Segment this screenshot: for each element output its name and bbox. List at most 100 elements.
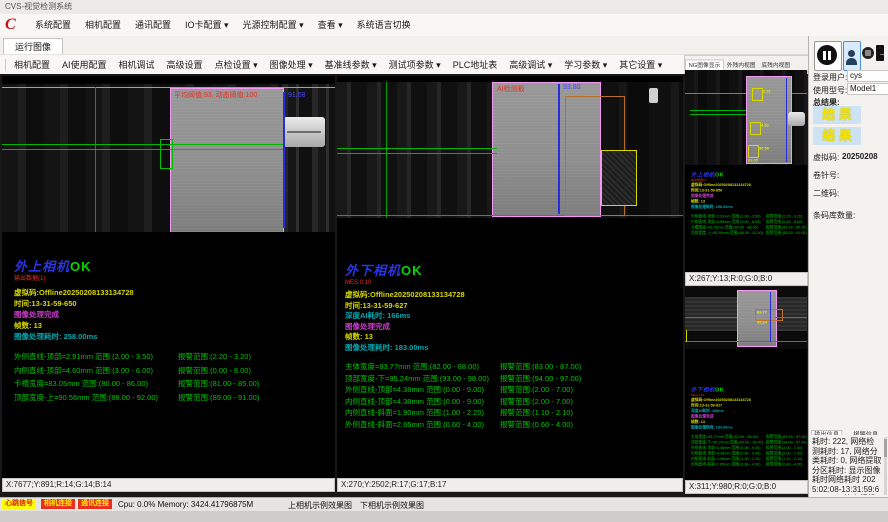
connector-part <box>788 112 805 126</box>
bottom-camera-sample-link[interactable]: 下相机示例效果图 <box>360 500 424 511</box>
thumbnail-bottom-image[interactable]: 83.77 95.24 <box>685 287 807 349</box>
camera-top-image[interactable]: 平均阈值:93, 动态阈值:100 91.68 <box>2 84 335 232</box>
edge-yellow-line <box>686 330 687 342</box>
menu-comm-config[interactable]: 通讯配置 <box>128 14 178 36</box>
menu-io-config[interactable]: IO卡配置 ▾ <box>178 14 236 36</box>
log-text[interactable]: 耗时: 222, 网络检测耗时: 17, 网络分类耗时: 0, 网络提取分区耗时… <box>812 437 882 495</box>
connector-groove <box>287 131 321 133</box>
elapsed-line: 图像处理耗时: 183.00ms <box>345 343 681 354</box>
menu-system-config[interactable]: 系统配置 <box>28 14 78 36</box>
barcode-line: 虚拟码:Offline20250208133134728 <box>14 287 334 298</box>
measure-row: 内侧直线-顶部=4.38mm 范围:(0.00 - 9.00)报警范围:(2.0… <box>345 396 681 408</box>
camera-bottom-coord-readout: X:270;Y:2502;R:17;G:17;B:17 <box>337 478 683 492</box>
measure-value: 外侧直线-顶部=2.91mm 范围:(2.00 - 3.50) <box>14 352 153 361</box>
alarm-range: 报警范围:(2.20 - 3.20) <box>178 350 251 364</box>
frames-line: 帧数: 13 <box>345 332 681 343</box>
tool-camera-debug[interactable]: 相机调试 <box>113 55 161 75</box>
top-camera-sample-link[interactable]: 上相机示例效果图 <box>288 500 352 511</box>
thumb-label: 2.91 <box>763 89 771 94</box>
tab-bottom-defect[interactable]: 底残内视图 <box>758 60 793 69</box>
tool-testitem-param[interactable]: 测试项参数 ▾ <box>383 55 447 75</box>
status-bar: 心跳信号 相机连接 通讯连接 Cpu: 0.0% Memory: 3424.41… <box>0 497 888 511</box>
sub-toolbar: 相机配置AI使用配置相机调试高级设置点检设置 ▾图像处理 ▾基准线参数 ▾测试项… <box>0 54 684 75</box>
tool-advanced-debug[interactable]: 高级调试 ▾ <box>503 55 558 75</box>
camera-bottom-title: 外下相机 <box>345 263 401 278</box>
alarm-range: 报警范围:(1.10 - 2.10) <box>500 407 573 419</box>
roi-green-box <box>160 139 173 169</box>
time-line: 时间:13-31-59-650 <box>14 298 334 309</box>
camera-bottom-image[interactable]: AI检测板 93.80 <box>337 82 683 218</box>
measure-row: 顶部宽度-下=95.24mm 范围:(93.00 - 98.00)报警范围:(9… <box>345 373 681 385</box>
camera-top-result-overlay: 外上相机OK 输出数据(1) 虚拟码:Offline20250208133134… <box>14 256 334 404</box>
tool-learn-param[interactable]: 学习参数 ▾ <box>558 55 613 75</box>
menu-view[interactable]: 查看 ▾ <box>311 14 350 36</box>
menu-language-switch[interactable]: 系统语言切换 <box>350 14 418 36</box>
thumb-label: 4.60 <box>761 123 769 128</box>
thumb-label: 83.05 <box>748 158 758 163</box>
cpu-memory-readout: Cpu: 0.0% Memory: 3424.41796875M <box>118 500 253 509</box>
measure-row: 外侧直线-斜面=2.65mm 范围:(0.60 - 4.00)报警范围:(0.6… <box>345 419 681 431</box>
needle-number-label: 卷针号: <box>813 170 839 181</box>
measure-green-line <box>685 317 737 318</box>
measure-row: 顶部宽度-上=90.56mm 范围:(88.00 - 92.00)报警范围:(8… <box>14 391 334 405</box>
measure-row: 主体宽度=83.77mm 范围:(82.00 - 88.00)报警范围:(83.… <box>345 361 681 373</box>
tool-camera-config[interactable]: 相机配置 <box>8 55 56 75</box>
exit-button[interactable]: → <box>876 45 888 67</box>
tool-plc-address[interactable]: PLC地址表 <box>447 55 504 75</box>
measure-row: 外侧直线-顶部=4.38mm 范围:(0.00 - 9.00)报警范围:(2.0… <box>345 384 681 396</box>
tool-image-process[interactable]: 图像处理 ▾ <box>264 55 319 75</box>
tab-strip <box>0 36 888 55</box>
tool-baseline-param[interactable]: 基准线参数 ▾ <box>319 55 383 75</box>
login-user-value[interactable]: cys <box>847 70 888 82</box>
measure-blue-line <box>770 292 771 342</box>
pause-button[interactable] <box>814 41 842 71</box>
menu-camera-config[interactable]: 相机配置 <box>78 14 128 36</box>
thumbnail-bottom-panel: 83.77 95.24 外下相机OK MES:0:10 虚拟码:Offline2… <box>685 287 807 480</box>
tab-ng-image[interactable]: NG图像显示 <box>685 60 724 70</box>
thumbnail-top-coord-readout: X:267;Y:13;R:0;G:0;B:0 <box>685 272 808 286</box>
thumbnail-top-image[interactable]: 2.91 4.60 90.56 83.05 <box>685 70 807 165</box>
measure-green-line <box>2 144 283 145</box>
measure-value: 内侧直线-顶部=4.38mm 范围:(0.00 - 9.00) <box>345 397 484 406</box>
operator-button[interactable] <box>861 43 875 67</box>
measure-value: 卡槽宽度=83.05mm 范围:(80.00 - 86.00) <box>14 379 148 388</box>
camera-top-title: 外上相机 <box>691 172 715 178</box>
tool-advanced-set[interactable]: 高级设置 <box>161 55 209 75</box>
virtual-code-label: 虚拟码: <box>813 152 839 163</box>
log-scrollbar[interactable] <box>884 437 887 495</box>
tool-other-set[interactable]: 其它设置 ▾ <box>613 55 668 75</box>
connector-part <box>283 117 325 147</box>
image-background-stripes <box>337 82 497 218</box>
tool-ai-config[interactable]: AI使用配置 <box>56 55 113 75</box>
operator-icon-inner <box>865 50 871 56</box>
tab-outer-defect[interactable]: 外残内视图 <box>724 60 759 69</box>
camera-bottom-title-row: 外下相机OK <box>345 260 681 280</box>
log-scrollbar-thumb[interactable] <box>884 439 887 457</box>
defect-yellow-box <box>752 88 763 101</box>
tab-output-info[interactable]: 输出信息 <box>811 430 842 435</box>
tab-yellow-box <box>601 150 637 206</box>
thumb-label: 90.56 <box>759 146 769 151</box>
window-titlebar[interactable]: CVS-视觉检测系统 <box>0 0 888 14</box>
thumbnail-bottom-overlay: 外下相机OK MES:0:10 虚拟码:Offline2025020813313… <box>691 385 810 467</box>
menu-light-config[interactable]: 光源控制配置 ▾ <box>236 14 311 36</box>
measure-rows: 主体宽度=83.77mm 范围:(82.00 - 88.00)报警范围:(83.… <box>691 434 810 467</box>
login-user-button[interactable] <box>843 41 861 71</box>
tab-alarm-info[interactable]: 报警信息 <box>851 431 881 435</box>
edge-green-line <box>386 82 387 218</box>
tool-spotcheck-set[interactable]: 点检设置 ▾ <box>209 55 264 75</box>
camera-bottom-result: OK <box>401 263 423 278</box>
model-value[interactable]: Model1 <box>847 83 888 95</box>
measure-blue-line <box>283 92 285 228</box>
frames-line: 帧数: 13 <box>14 320 334 331</box>
camera-top-subtitle: 输出数据(1) <box>14 276 334 282</box>
thumbnail-bottom-coord-readout: X:311;Y:980;R:0;G:0;B:0 <box>685 480 808 494</box>
measure-green-line <box>337 148 497 149</box>
measure-green-line <box>2 149 283 150</box>
thumb-label: 83.77 <box>757 310 767 315</box>
defect-yellow-box <box>750 122 761 135</box>
tab-run-image[interactable]: 运行图像 <box>3 38 63 55</box>
camera-top-title-row: 外上相机OK <box>14 256 334 276</box>
window-title: CVS-视觉检测系统 <box>5 2 72 11</box>
log-tabs: 输出信息报警信息调试信息 <box>811 424 887 435</box>
